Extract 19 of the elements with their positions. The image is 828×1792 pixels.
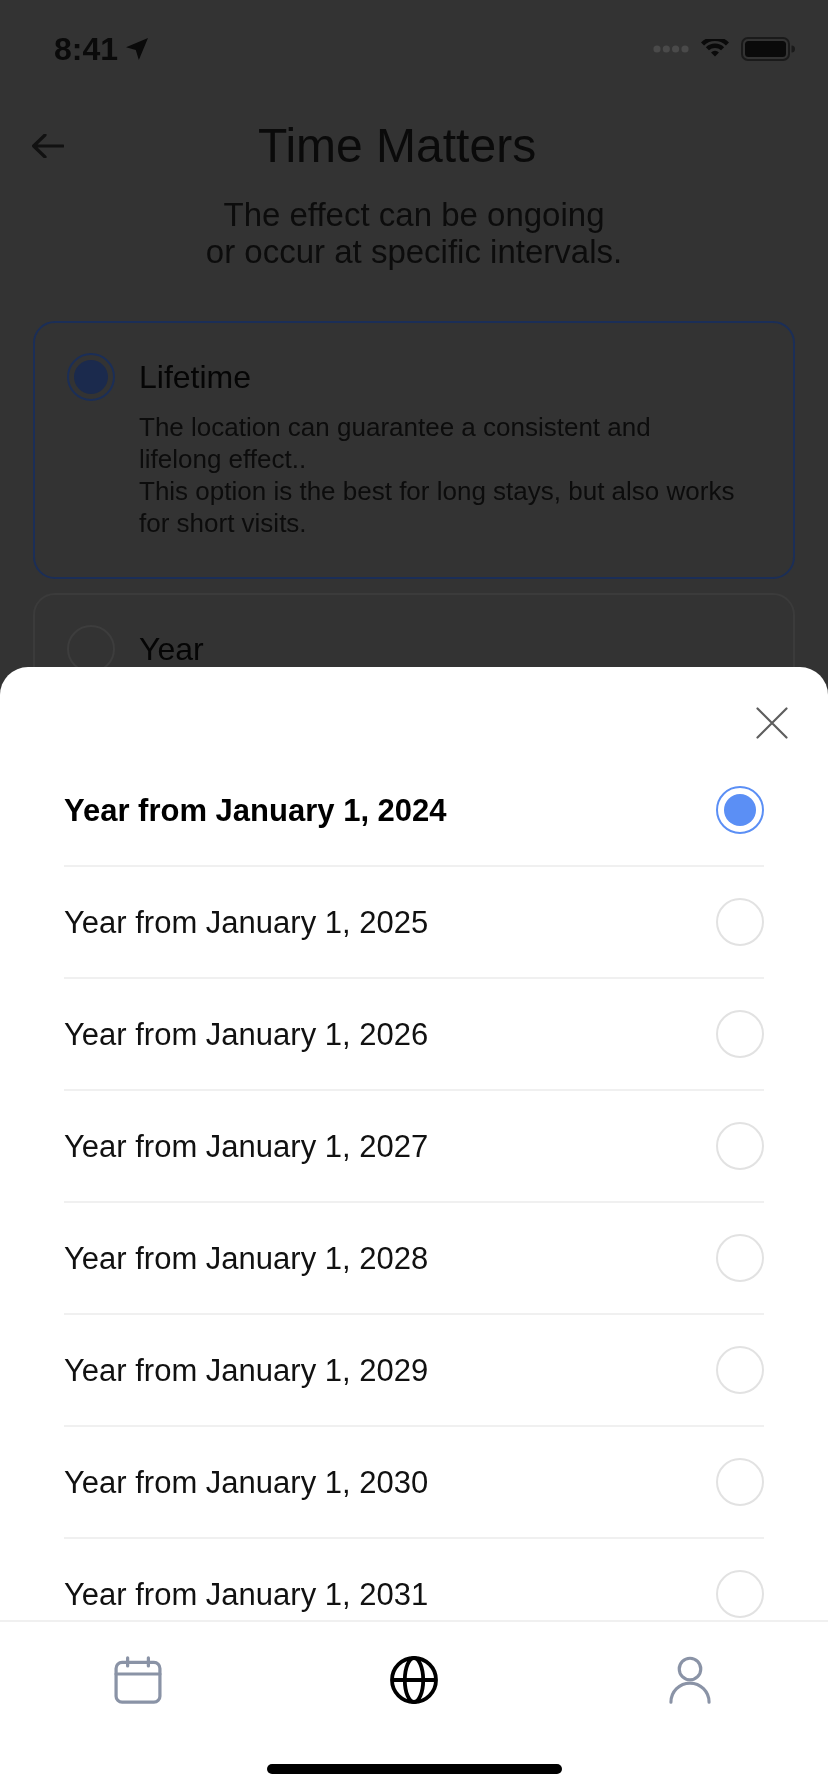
radio-button[interactable] [716,786,764,834]
location-arrow-icon [126,38,149,60]
option-label[interactable]: Year from January 1, 2028 [64,1242,429,1274]
option-label[interactable]: Year from January 1, 2025 [64,906,429,938]
user-icon [666,1656,714,1704]
tab-button[interactable] [390,1656,438,1704]
close-icon [756,707,788,739]
option-label[interactable]: Year from January 1, 2027 [64,1130,429,1162]
arrow-left-icon [32,134,64,158]
option-label[interactable]: Year from January 1, 2024 [64,794,447,826]
option-label[interactable]: Year from January 1, 2031 [64,1578,429,1610]
option-label[interactable]: Year from January 1, 2029 [64,1354,429,1386]
wifi-icon [701,39,729,59]
radio-button[interactable] [67,353,115,401]
globe-icon [390,1656,438,1704]
calendar-icon [114,1656,162,1704]
battery-icon [741,37,795,61]
option-label[interactable]: Year from January 1, 2026 [64,1018,429,1050]
option-label[interactable]: Year from January 1, 2030 [64,1466,429,1498]
